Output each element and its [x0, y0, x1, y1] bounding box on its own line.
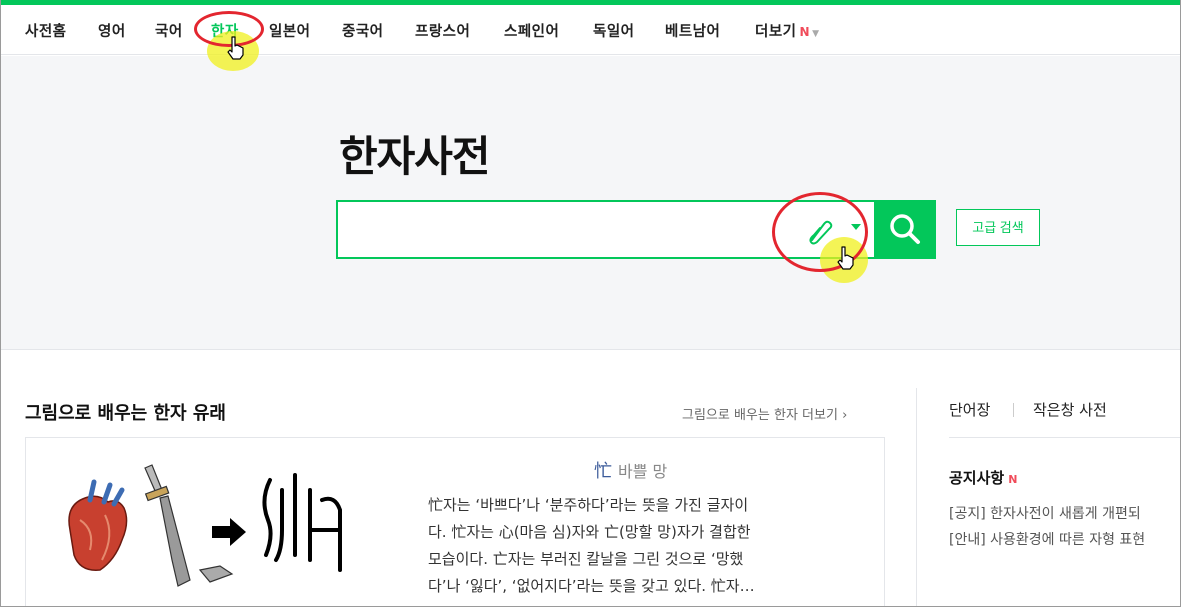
description-line: 다. 忙자는 心(마음 심)자와 亡(망할 망)자가 결합한	[428, 523, 751, 541]
hanja-character: 忙	[594, 461, 612, 482]
hero-section: 한자사전 고급 검색	[0, 56, 1181, 350]
nav-item-french[interactable]: 프랑스어	[415, 20, 470, 41]
description-line: 다’나 ‘잃다’, ‘없어지다’라는 뜻을 갖고 있다. 忙자…	[428, 577, 755, 595]
nav-more-label: 더보기	[755, 24, 797, 40]
hanja-meaning: 바쁠 망	[618, 462, 668, 481]
section-title: 그림으로 배우는 한자 유래	[25, 403, 226, 424]
page-title: 한자사전	[339, 132, 491, 181]
notice-title[interactable]: 공지사항 N	[949, 467, 1017, 488]
tab-mini-dictionary[interactable]: 작은창 사전	[1033, 399, 1107, 420]
nav-item-dict-home[interactable]: 사전홈	[25, 20, 67, 41]
description-line: 忙자는 ‘바쁘다’나 ‘분주하다’라는 뜻을 가진 글자이	[428, 496, 749, 514]
search-icon	[890, 214, 920, 244]
new-badge: N	[799, 25, 811, 39]
notice-title-label: 공지사항	[949, 469, 1005, 487]
notice-item[interactable]: [안내] 사용환경에 따른 자형 표현	[949, 529, 1145, 549]
notice-item[interactable]: [공지] 한자사전이 새롭게 개편되	[949, 503, 1141, 523]
chevron-right-icon: ›	[842, 408, 848, 423]
hanja-origin-illustration	[68, 464, 342, 587]
hand-cursor-icon	[837, 246, 854, 270]
nav-item-german[interactable]: 독일어	[593, 20, 635, 41]
tab-divider	[1013, 403, 1014, 417]
search-input[interactable]	[344, 208, 764, 252]
hanja-heading[interactable]: 忙 바쁠 망	[594, 457, 667, 483]
nav-item-spanish[interactable]: 스페인어	[504, 20, 559, 41]
dictionary-nav: 사전홈 영어 국어 한자 일본어 중국어 프랑스어 스페인어 독일어 베트남어 …	[0, 5, 1181, 55]
column-divider	[916, 388, 917, 607]
sidebar-divider	[949, 437, 1181, 438]
more-link[interactable]: 그림으로 배우는 한자 더보기 ›	[682, 404, 847, 423]
nav-more-button[interactable]: 더보기 N ▼	[755, 20, 820, 41]
tab-wordbook[interactable]: 단어장	[949, 399, 990, 420]
description-line: 모습이다. 亡자는 부러진 칼날을 그린 것으로 ‘망했	[428, 550, 744, 568]
advanced-search-button[interactable]: 고급 검색	[956, 209, 1040, 246]
nav-item-english[interactable]: 영어	[98, 20, 126, 41]
more-link-label: 그림으로 배우는 한자 더보기	[682, 408, 838, 423]
nav-item-korean[interactable]: 국어	[155, 20, 183, 41]
hanja-description: 忙자는 ‘바쁘다’나 ‘분주하다’라는 뜻을 가진 글자이 다. 忙자는 心(마…	[428, 492, 848, 600]
nav-item-vietnamese[interactable]: 베트남어	[665, 20, 720, 41]
nav-item-japanese[interactable]: 일본어	[269, 20, 311, 41]
hand-cursor-icon	[227, 36, 244, 60]
chevron-down-icon: ▼	[812, 29, 820, 39]
search-button[interactable]	[874, 200, 936, 259]
new-badge: N	[1008, 473, 1018, 486]
nav-item-chinese[interactable]: 중국어	[342, 20, 384, 41]
